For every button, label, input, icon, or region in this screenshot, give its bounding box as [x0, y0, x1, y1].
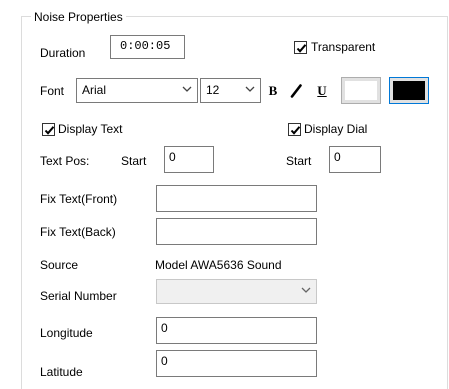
font-family-value: Arial: [82, 83, 107, 97]
serial-number-select[interactable]: [156, 279, 317, 304]
longitude-field[interactable]: 0: [156, 317, 317, 344]
latitude-field[interactable]: 0: [156, 350, 317, 377]
start-label: Start: [121, 154, 147, 168]
font-label: Font: [40, 84, 65, 98]
fix-text-back-field[interactable]: [156, 218, 317, 245]
transparent-label: Transparent: [311, 40, 376, 54]
underline-button[interactable]: U: [314, 84, 330, 98]
source-value: Model AWA5636 Sound: [155, 258, 282, 272]
display-dial-label: Display Dial: [304, 122, 368, 136]
longitude-label: Longitude: [40, 326, 93, 340]
italic-icon: [290, 84, 302, 98]
background-color-swatch: [393, 81, 425, 100]
serial-number-label: Serial Number: [40, 289, 117, 303]
check-icon: [44, 126, 55, 135]
chevron-down-icon: [245, 86, 255, 92]
fix-text-front-field[interactable]: [156, 185, 317, 212]
transparent-checkbox[interactable]: [294, 41, 307, 54]
text-pos-label: Text Pos:: [40, 154, 90, 168]
font-family-select[interactable]: Arial: [76, 78, 198, 103]
font-size-select[interactable]: 12: [200, 78, 261, 103]
bold-button[interactable]: B: [265, 84, 281, 98]
source-label: Source: [40, 258, 79, 272]
group-title: Noise Properties: [31, 11, 126, 23]
display-dial-checkbox[interactable]: [288, 123, 301, 136]
background-color-button[interactable]: [389, 77, 429, 104]
chevron-down-icon: [182, 86, 192, 92]
text-start-field[interactable]: 0: [164, 146, 214, 173]
foreground-color-swatch: [345, 81, 377, 100]
dial-start-label: Start: [286, 154, 312, 168]
check-icon: [296, 44, 307, 53]
fix-text-front-label: Fix Text(Front): [40, 192, 118, 206]
display-text-checkbox[interactable]: [42, 123, 55, 136]
italic-button[interactable]: [289, 84, 303, 98]
duration-label: Duration: [40, 46, 86, 60]
latitude-label: Latitude: [40, 365, 83, 379]
foreground-color-button[interactable]: [341, 77, 381, 104]
display-text-label: Display Text: [58, 122, 123, 136]
font-size-value: 12: [206, 83, 220, 97]
fix-text-back-label: Fix Text(Back): [40, 225, 116, 239]
dial-start-field[interactable]: 0: [329, 146, 381, 173]
chevron-down-icon: [301, 287, 311, 293]
check-icon: [290, 126, 301, 135]
duration-field[interactable]: 0:00:05: [110, 35, 185, 59]
